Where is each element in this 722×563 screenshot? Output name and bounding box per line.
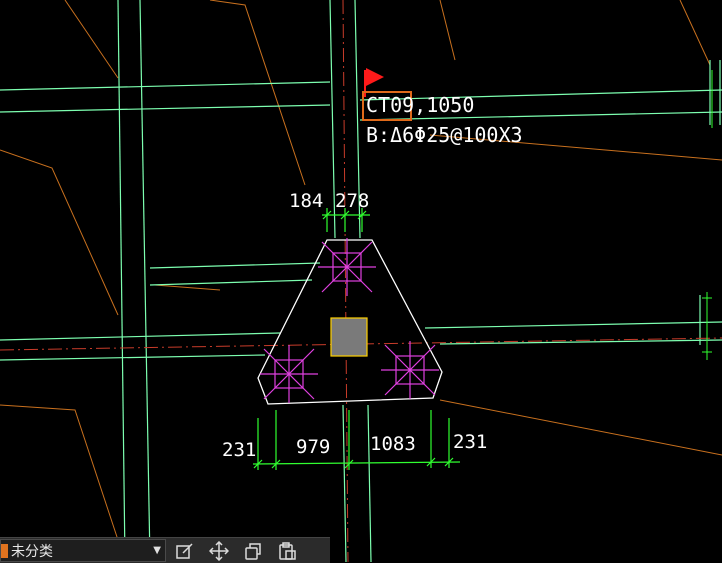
paste-icon <box>279 541 296 560</box>
cad-canvas[interactable]: CT09,1050 B:Δ6Φ25@100X3 184 278 231 979 … <box>0 0 722 562</box>
bottom-dimension <box>252 410 461 470</box>
layer-select[interactable]: 未分类 ▼ <box>0 539 166 562</box>
edit-button[interactable] <box>170 539 200 563</box>
move-button[interactable] <box>204 539 234 563</box>
dim-top-1: 184 <box>289 190 323 212</box>
cap-label[interactable]: CT09,1050 <box>366 93 474 117</box>
reinforcement-label[interactable]: B:Δ6Φ25@100X3 <box>366 123 523 147</box>
pile-left[interactable] <box>260 345 318 403</box>
dim-bottom-4: 231 <box>453 431 487 453</box>
dim-bottom-2: 979 <box>296 436 330 458</box>
dim-top-2: 278 <box>335 190 369 212</box>
column[interactable] <box>330 317 368 357</box>
copy-button[interactable] <box>238 539 268 563</box>
copy-icon <box>245 542 261 560</box>
dim-bottom-3: 1083 <box>370 433 416 455</box>
move-icon <box>209 540 229 561</box>
paste-button[interactable] <box>272 539 302 563</box>
bottom-toolbar: 未分类 ▼ <box>0 537 330 563</box>
layer-select-value: 未分类 <box>11 543 53 560</box>
pile-top[interactable] <box>318 238 376 296</box>
edit-icon <box>176 542 193 559</box>
dim-bottom-1: 231 <box>222 439 256 461</box>
pile-right[interactable] <box>381 341 439 399</box>
layer-color-swatch <box>1 543 8 558</box>
chevron-down-icon[interactable]: ▼ <box>153 545 161 556</box>
